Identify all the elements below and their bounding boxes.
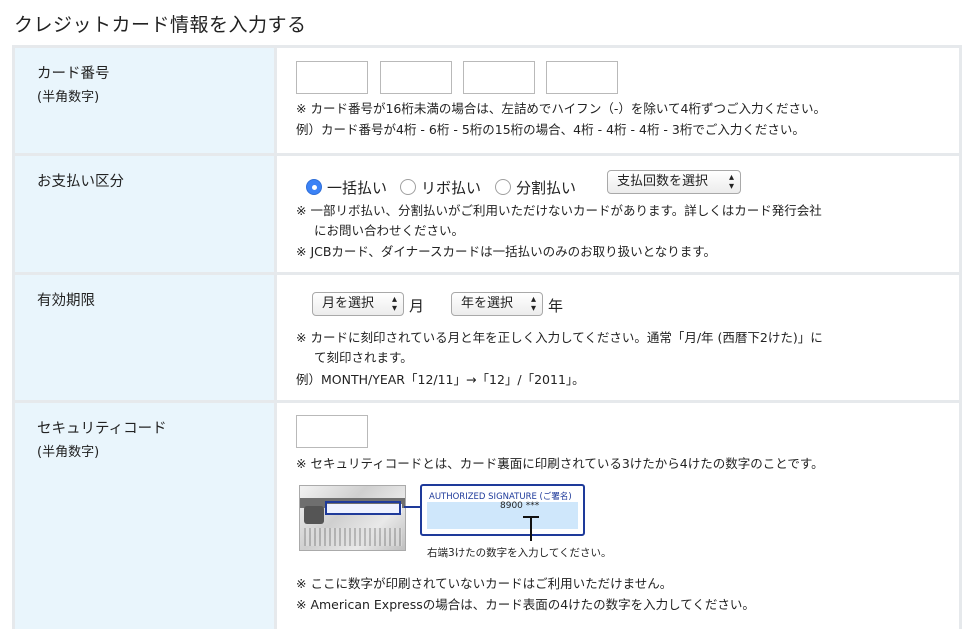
security-code-sublabel: (半角数字) bbox=[37, 445, 100, 460]
payment-radio-lump-sum[interactable] bbox=[306, 179, 322, 195]
card-number-value-cell: ※ カード番号が16桁未満の場合は、左詰めでハイフン（-）を除いて4桁ずつご入力… bbox=[277, 48, 959, 153]
security-code-input[interactable] bbox=[296, 415, 368, 448]
expiry-note-1b: て刻印されます。 bbox=[314, 350, 413, 365]
card-fine-print bbox=[304, 528, 402, 546]
expiry-note-1: ※ カードに刻印されている月と年を正しく入力してください。通常「月/年 (西暦下… bbox=[296, 330, 823, 345]
card-number-sublabel: (半角数字) bbox=[37, 90, 100, 105]
card-back-image bbox=[299, 485, 406, 551]
card-number-note-1: ※ カード番号が16桁未満の場合は、左詰めでハイフン（-）を除いて4桁ずつご入力… bbox=[296, 101, 826, 116]
security-code-note-2: ※ ここに数字が印刷されていないカードはご利用いただけません。 bbox=[296, 576, 673, 591]
expiry-note-2: 例）MONTH/YEAR「12/11」→「12」/「2011」。 bbox=[296, 372, 585, 387]
security-code-value-cell: ※ セキュリティコードとは、カード裏面に印刷されている3けたから4けたの数字のこ… bbox=[277, 403, 959, 629]
select-arrows-icon: ▴ ▾ bbox=[728, 172, 734, 192]
card-number-input-3[interactable] bbox=[463, 61, 535, 94]
security-code-note-1: ※ セキュリティコードとは、カード裏面に印刷されている3けたから4けたの数字のこ… bbox=[296, 456, 824, 471]
card-number-input-2[interactable] bbox=[380, 61, 452, 94]
security-code-label: セキュリティコード bbox=[37, 421, 167, 437]
payment-note-1: ※ 一部リボ払い、分割払いがご利用いただけないカードがあります。詳しくはカード発… bbox=[296, 203, 822, 218]
expiry-label-cell: 有効期限 bbox=[15, 275, 274, 400]
expiry-year-select[interactable]: 年を選択 ▴ ▾ bbox=[451, 292, 543, 316]
payment-note-1b: にお問い合わせください。 bbox=[314, 223, 465, 238]
card-emblem-icon bbox=[304, 506, 324, 524]
callout-connector bbox=[404, 506, 421, 508]
security-code-label-cell: セキュリティコード (半角数字) bbox=[15, 403, 274, 629]
expiry-month-select-value: 月を選択 bbox=[322, 296, 375, 311]
expiry-year-unit: 年 bbox=[548, 297, 564, 315]
payment-row: お支払い区分 一括払い リボ払い 分割払い 支払回数を選択 ▴ ▾ ※ 一部リボ払… bbox=[12, 153, 962, 272]
card-highlight-box bbox=[325, 501, 401, 515]
expiry-month-select[interactable]: 月を選択 ▴ ▾ bbox=[312, 292, 404, 316]
select-arrows-icon: ▴ ▾ bbox=[391, 294, 397, 314]
expiry-row: 有効期限 月を選択 ▴ ▾ 月 年を選択 ▴ ▾ 年 ※ カードに刻印されている月と… bbox=[12, 272, 962, 400]
payment-value-cell: 一括払い リボ払い 分割払い 支払回数を選択 ▴ ▾ ※ 一部リボ払い、分割払いが… bbox=[277, 156, 959, 272]
expiry-month-unit: 月 bbox=[409, 297, 425, 315]
installments-select-value: 支払回数を選択 bbox=[617, 174, 709, 189]
payment-note-2: ※ JCBカード、ダイナースカードは一括払いのみのお取り扱いとなります。 bbox=[296, 244, 716, 259]
card-number-note-2: 例）カード番号が4桁 - 6桁 - 5桁の15桁の場合、4桁 - 4桁 - 4桁… bbox=[296, 122, 805, 137]
payment-option-revolving[interactable]: リボ払い bbox=[421, 177, 481, 198]
card-number-label-cell: カード番号 (半角数字) bbox=[15, 48, 274, 153]
security-code-note-3: ※ American Expressの場合は、カード表面の4けたの数字を入力して… bbox=[296, 597, 755, 612]
signature-zoom-number: 8900 *** bbox=[500, 501, 540, 511]
card-number-row: カード番号 (半角数字) ※ カード番号が16桁未満の場合は、左詰めでハイフン（… bbox=[12, 45, 962, 153]
installments-select[interactable]: 支払回数を選択 ▴ ▾ bbox=[607, 170, 741, 194]
payment-option-lump-sum[interactable]: 一括払い bbox=[327, 177, 387, 198]
select-arrows-icon: ▴ ▾ bbox=[530, 294, 536, 314]
payment-label-cell: お支払い区分 bbox=[15, 156, 274, 272]
credit-card-form: カード番号 (半角数字) ※ カード番号が16桁未満の場合は、左詰めでハイフン（… bbox=[12, 45, 962, 629]
security-code-row: セキュリティコード (半角数字) ※ セキュリティコードとは、カード裏面に印刷さ… bbox=[12, 400, 962, 629]
expiry-label: 有効期限 bbox=[37, 293, 95, 309]
payment-option-installment[interactable]: 分割払い bbox=[516, 177, 576, 198]
expiry-value-cell: 月を選択 ▴ ▾ 月 年を選択 ▴ ▾ 年 ※ カードに刻印されている月と年を正しく… bbox=[277, 275, 959, 400]
code-pointer-line bbox=[530, 516, 532, 541]
expiry-year-select-value: 年を選択 bbox=[461, 296, 514, 311]
card-number-label: カード番号 bbox=[37, 66, 110, 82]
card-number-input-1[interactable] bbox=[296, 61, 368, 94]
signature-zoom-panel: AUTHORIZED SIGNATURE (ご署名) 8900 *** bbox=[420, 484, 585, 536]
card-number-input-4[interactable] bbox=[546, 61, 618, 94]
payment-label: お支払い区分 bbox=[37, 174, 124, 190]
illustration-caption: 右端3けたの数字を入力してください。 bbox=[427, 547, 612, 559]
page-title: クレジットカード情報を入力する bbox=[14, 14, 307, 36]
payment-radio-installment[interactable] bbox=[495, 179, 511, 195]
payment-radio-revolving[interactable] bbox=[400, 179, 416, 195]
